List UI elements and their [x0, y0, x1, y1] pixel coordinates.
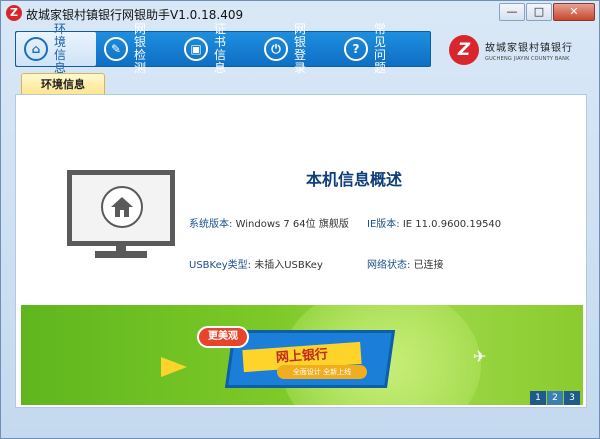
nav-item-label: 证书信息: [214, 22, 232, 75]
bank-name-cn: 故城家银村镇银行: [485, 42, 573, 54]
bank-logo: Z 故城家银村镇银行 GUCHENG JIAYIN COUNTY BANK: [449, 35, 573, 65]
bank-name-en: GUCHENG JIAYIN COUNTY BANK: [485, 55, 570, 62]
os-version-label: 系统版本:: [189, 219, 233, 230]
network-status-row: 网络状态: 已连接: [367, 256, 444, 271]
os-version-value: Windows 7 64位 旗舰版: [235, 219, 349, 230]
window-title: 故城家银村镇银行网银助手V1.0.18.409: [26, 8, 244, 22]
nav-item-faq[interactable]: ? 常见问题: [336, 23, 416, 75]
bank-name-block: 故城家银村镇银行 GUCHENG JIAYIN COUNTY BANK: [485, 39, 573, 62]
monitor-home-badge: [101, 186, 143, 228]
content-panel: 本机信息概述 系统版本: Windows 7 64位 旗舰版 IE版本: IE …: [15, 94, 587, 408]
network-status-label: 网络状态:: [367, 260, 411, 271]
nav-item-online-banking-login[interactable]: ⏻ 网银登录: [256, 23, 336, 75]
info-title: 本机信息概述: [306, 170, 403, 189]
help-icon: ?: [344, 37, 368, 61]
home-icon: [111, 197, 133, 217]
nav-item-label: 环境信息: [54, 22, 72, 75]
megaphone-icon: [161, 357, 187, 377]
nav-item-label: 网银登录: [294, 22, 312, 75]
app-logo-icon: Z: [6, 5, 22, 21]
monitor-stand-base: [95, 251, 147, 258]
home-icon: ⌂: [24, 37, 48, 61]
banner-badge: 更美观: [197, 326, 249, 348]
ie-version-label: IE版本:: [367, 219, 400, 230]
banner-pager: 1 2 3: [529, 391, 580, 405]
paper-plane-icon: ✈: [473, 347, 487, 366]
ie-version-value: IE 11.0.9600.19540: [402, 219, 502, 230]
login-icon: ⏻: [264, 37, 288, 61]
certificate-icon: ▣: [184, 37, 208, 61]
ie-version-row: IE版本: IE 11.0.9600.19540: [367, 215, 501, 230]
banner-page-1[interactable]: 1: [530, 391, 546, 405]
network-status-value: 已连接: [413, 260, 444, 271]
repair-icon: ✎: [104, 37, 128, 61]
usbkey-value: 未插入USBKey: [254, 260, 323, 271]
maximize-button[interactable]: □: [526, 3, 552, 21]
nav-item-label: 网银检测: [134, 22, 152, 75]
banner-subline: 全面设计 全新上线: [277, 365, 367, 379]
nav-item-environment-info[interactable]: ⌂ 环境信息: [16, 23, 96, 75]
main-nav: ⌂ 环境信息 ✎ 网银检测 ▣ 证书信息 ⏻ 网银登录 ? 常见问题: [15, 23, 431, 75]
minimize-button[interactable]: —: [499, 3, 525, 21]
usbkey-label: USBKey类型:: [189, 260, 252, 271]
banner-page-2[interactable]: 2: [547, 391, 563, 405]
nav-item-online-banking-check[interactable]: ✎ 网银检测: [96, 23, 176, 75]
promo-banner[interactable]: 更美观 网上银行 全面设计 全新上线 ✈ 1 2 3: [21, 305, 583, 405]
tab-environment-info[interactable]: 环境信息: [21, 73, 105, 95]
banner-page-3[interactable]: 3: [564, 391, 580, 405]
nav-item-certificate-info[interactable]: ▣ 证书信息: [176, 23, 256, 75]
usbkey-row: USBKey类型: 未插入USBKey: [189, 256, 323, 271]
window-controls: — □ ✕: [498, 3, 595, 21]
close-button[interactable]: ✕: [553, 3, 595, 21]
nav-item-label: 常见问题: [374, 22, 392, 75]
bank-logo-icon: Z: [449, 35, 479, 65]
computer-monitor-icon: [67, 170, 175, 246]
app-window: Z 故城家银村镇银行网银助手V1.0.18.409 — □ ✕ ⌂ 环境信息 ✎…: [0, 0, 600, 439]
os-version-row: 系统版本: Windows 7 64位 旗舰版: [189, 215, 349, 230]
